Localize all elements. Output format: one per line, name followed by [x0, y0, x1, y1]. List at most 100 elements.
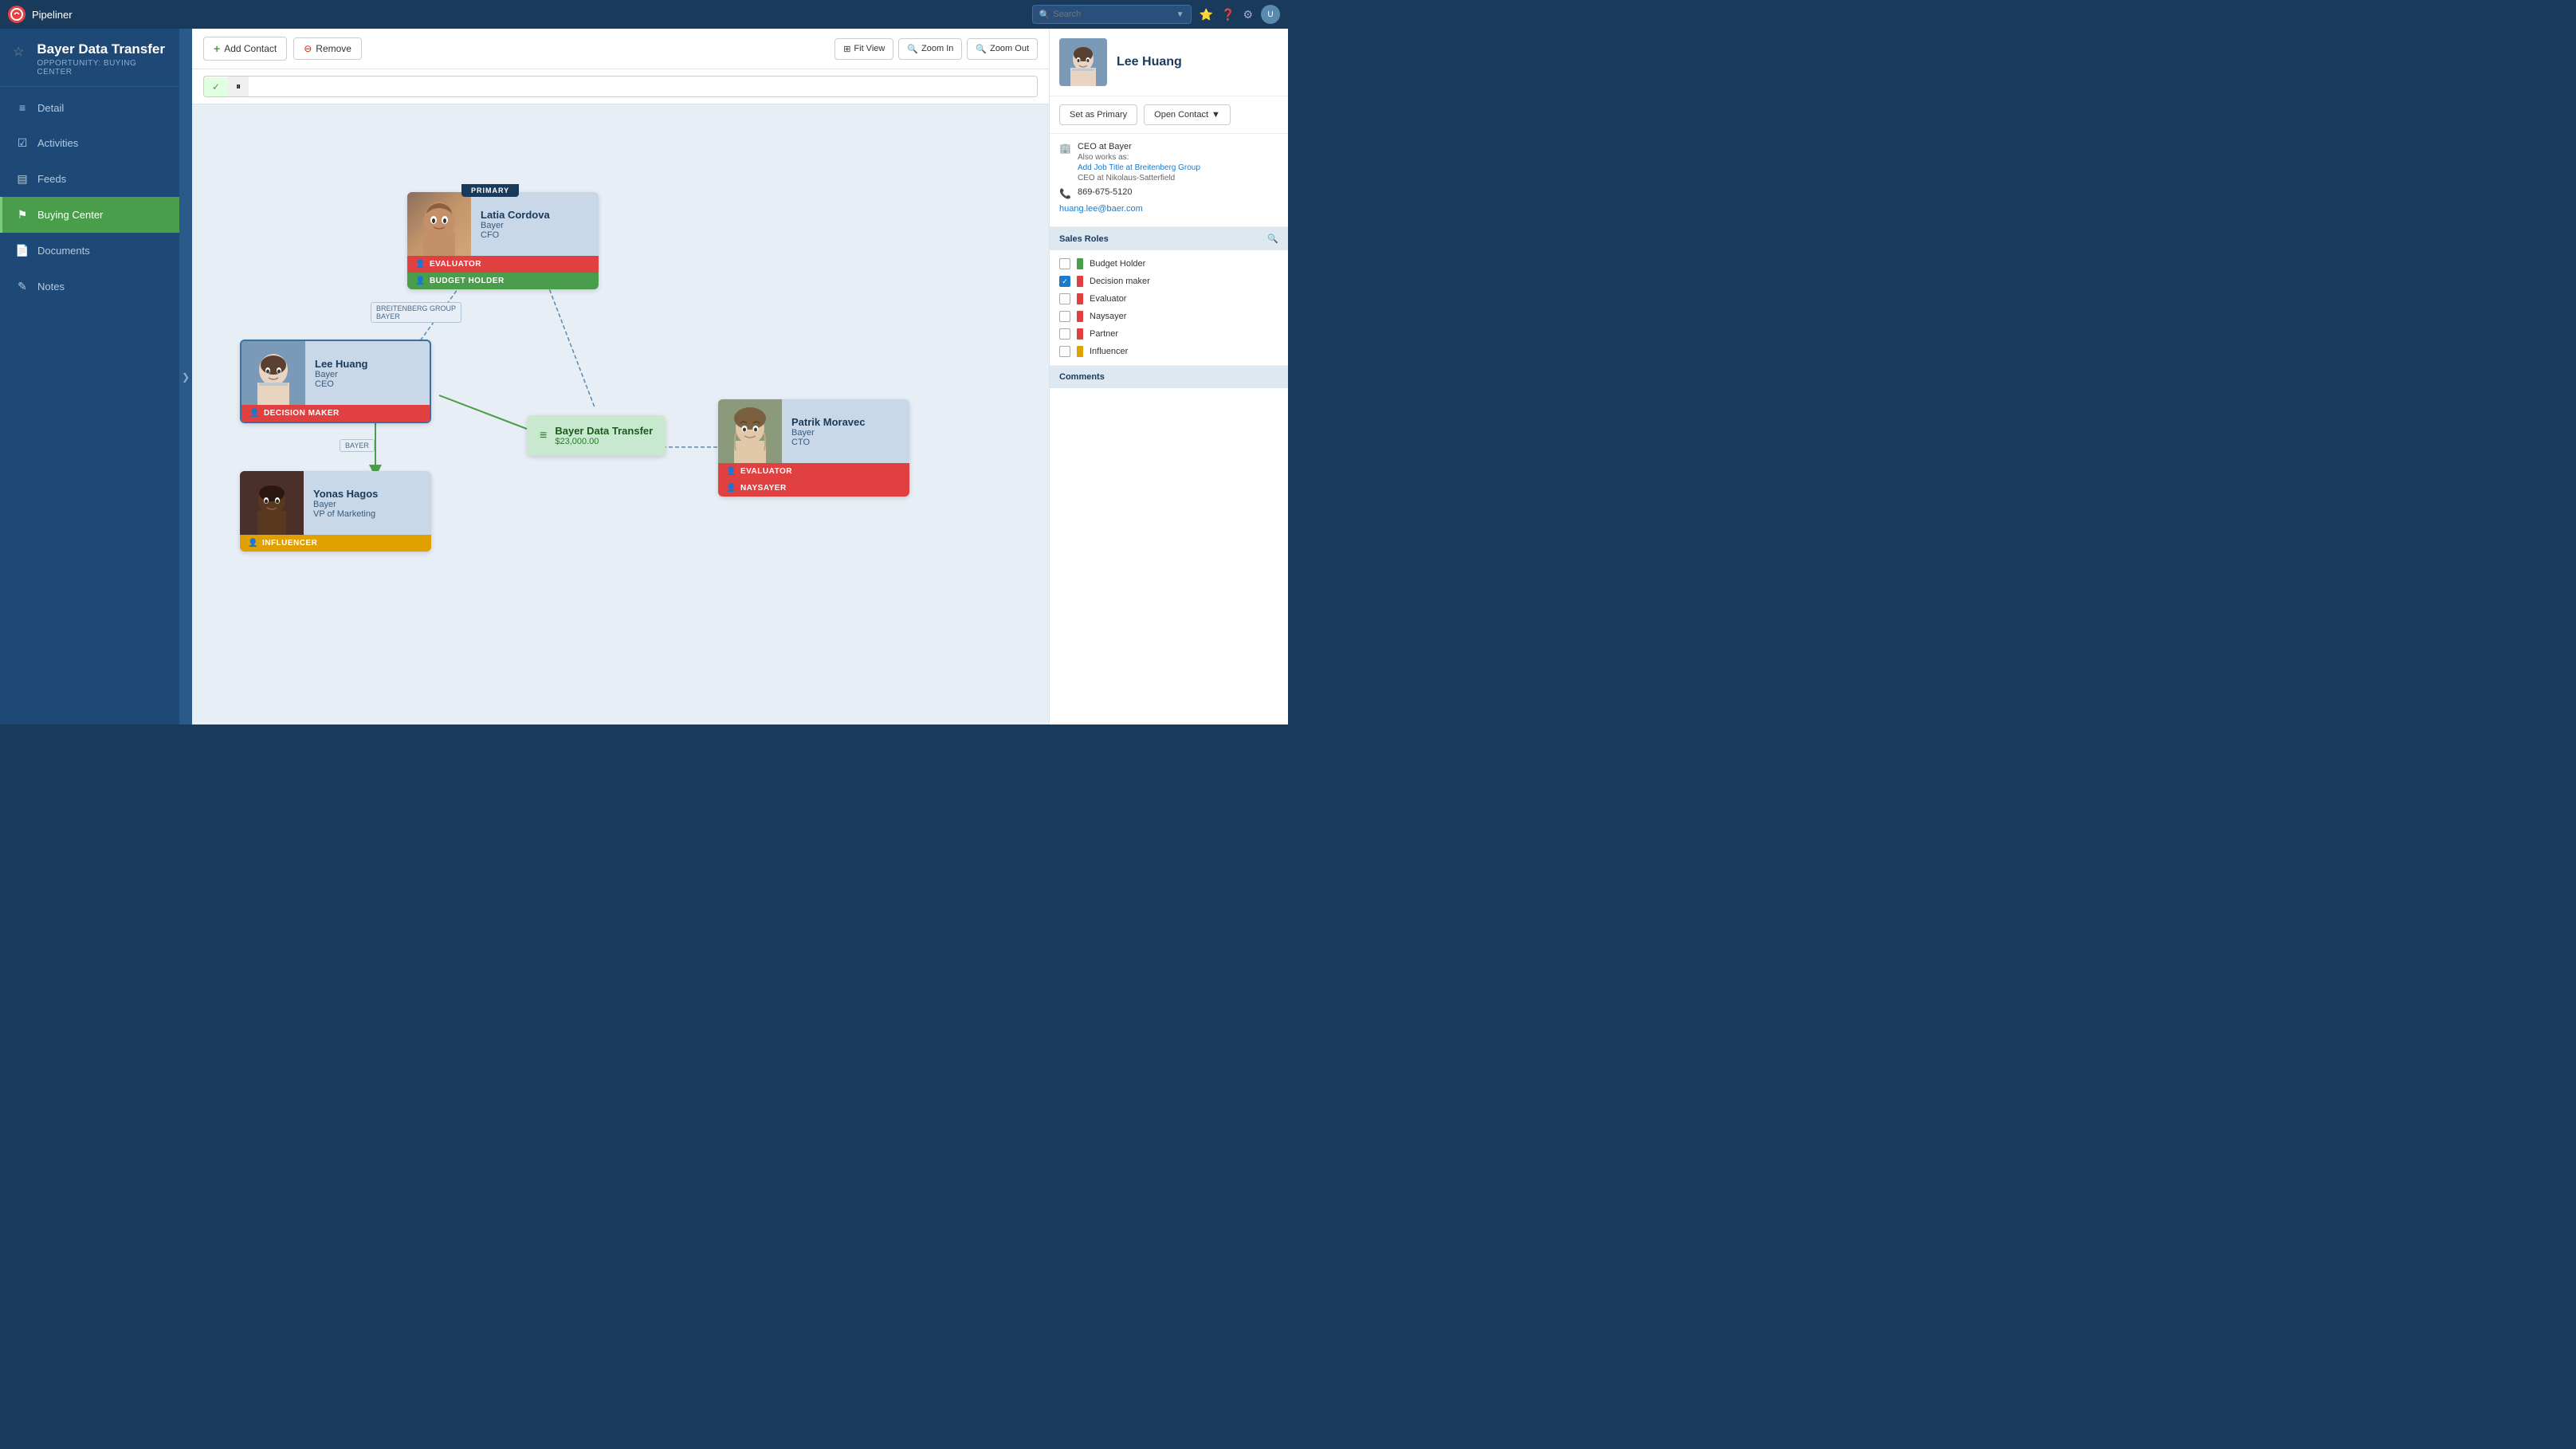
role-partner: Partner: [1059, 325, 1278, 343]
sales-roles-search-icon[interactable]: 🔍: [1267, 234, 1278, 244]
phone-icon: 📞: [1059, 188, 1071, 199]
plus-icon: +: [214, 42, 220, 55]
sidebar-header: ☆ Bayer Data Transfer OPPORTUNITY: Buyin…: [0, 29, 179, 87]
comments-body[interactable]: [1050, 388, 1288, 724]
avatar-yonas: [240, 471, 304, 535]
job-title: CEO at Bayer: [1078, 142, 1200, 151]
search-box[interactable]: 🔍 ▼: [1032, 5, 1192, 24]
role-budget-holder: Budget Holder: [1059, 255, 1278, 273]
add-contact-button[interactable]: + Add Contact: [203, 37, 287, 61]
zoom-in-button[interactable]: 🔍 Zoom In: [898, 38, 962, 60]
role-name-partner: Partner: [1090, 329, 1118, 339]
opp-star[interactable]: ☆: [13, 44, 24, 60]
sidebar-collapse[interactable]: ❯: [179, 29, 192, 724]
toolbar-right: ⊞ Fit View 🔍 Zoom In 🔍 Zoom Out: [834, 38, 1038, 60]
also-works-1: Add Job Title at Breitenberg Group: [1078, 163, 1200, 172]
sidebar-item-documents[interactable]: 📄 Documents: [0, 233, 179, 269]
sales-roles-title: Sales Roles: [1059, 234, 1109, 244]
opp-node-title: Bayer Data Transfer: [555, 425, 653, 437]
role-name-budget-holder: Budget Holder: [1090, 259, 1145, 269]
contact-card-latia[interactable]: Latia Cordova Bayer CFO 👤 EVALUATOR 👤 BU…: [407, 192, 599, 289]
role-evaluator: Evaluator: [1059, 290, 1278, 308]
sidebar-item-detail[interactable]: ≡ Detail: [0, 90, 179, 125]
open-contact-label: Open Contact: [1154, 110, 1208, 120]
dropdown-arrow-icon[interactable]: ▼: [1211, 110, 1220, 120]
detail-avatar: [1059, 38, 1107, 86]
phone-number: 869-675-5120: [1078, 187, 1133, 197]
sidebar-item-feeds[interactable]: ▤ Feeds: [0, 161, 179, 197]
sales-roles-list: Budget Holder ✓ Decision maker Evaluator: [1050, 250, 1288, 365]
check-btn-pause[interactable]: ⏸: [228, 77, 249, 96]
sales-roles-section: Sales Roles 🔍 Budget Holder ✓ Decision: [1050, 227, 1288, 366]
user-avatar[interactable]: U: [1261, 5, 1280, 24]
role-checkbox-influencer[interactable]: [1059, 346, 1070, 357]
zoom-out-button[interactable]: 🔍 Zoom Out: [967, 38, 1038, 60]
detail-icon: ≡: [15, 101, 29, 114]
diagram-canvas[interactable]: PRIMARY: [192, 104, 1049, 724]
email-address[interactable]: huang.lee@baer.com: [1059, 204, 1143, 214]
sidebar-item-buying-center[interactable]: ⚑ Buying Center: [0, 197, 179, 233]
card-company-yonas: Bayer: [313, 500, 378, 509]
add-contact-label: Add Contact: [224, 43, 277, 54]
canvas-toolbar: + Add Contact ⊖ Remove ⊞ Fit View: [192, 29, 1049, 69]
role-checkbox-budget-holder[interactable]: [1059, 258, 1070, 269]
detail-info: 🏢 CEO at Bayer Also works as: Add Job Ti…: [1050, 134, 1288, 227]
check-btn-check[interactable]: ✓: [204, 77, 228, 96]
conn-label-bayer: BAYER: [340, 439, 375, 452]
detail-contact-name: Lee Huang: [1117, 55, 1182, 69]
settings-icon[interactable]: ⚙: [1243, 8, 1253, 22]
right-panel: Lee Huang Set as Primary Open Contact ▼ …: [1049, 29, 1288, 724]
help-icon[interactable]: ❓: [1221, 8, 1235, 22]
role-name-evaluator: Evaluator: [1090, 294, 1126, 304]
search-input[interactable]: [1053, 10, 1172, 19]
card-name-yonas: Yonas Hagos: [313, 488, 378, 500]
contact-card-patrik[interactable]: Patrik Moravec Bayer CTO 👤 EVALUATOR 👤 N…: [718, 399, 909, 497]
canvas-panel: + Add Contact ⊖ Remove ⊞ Fit View: [192, 29, 1049, 724]
fit-icon: ⊞: [843, 44, 850, 54]
sidebar-item-feeds-label: Feeds: [37, 173, 66, 185]
search-icon: 🔍: [1039, 10, 1050, 20]
fit-view-button[interactable]: ⊞ Fit View: [834, 38, 893, 60]
evaluator-icon-patrik: 👤: [726, 467, 736, 476]
contact-card-lee[interactable]: Lee Huang Bayer CEO 👤 DECISION MAKER: [240, 340, 431, 423]
remove-label: Remove: [316, 43, 351, 54]
sidebar-item-documents-label: Documents: [37, 245, 90, 257]
avatar-patrik: [718, 399, 782, 463]
check-group: ✓ ⏸: [203, 76, 1038, 97]
role-naysayer: Naysayer: [1059, 308, 1278, 325]
role-checkbox-decision-maker[interactable]: ✓: [1059, 276, 1070, 287]
card-company-lee: Bayer: [315, 370, 367, 379]
opportunity-node[interactable]: ≡ Bayer Data Transfer $23,000.00: [527, 415, 666, 456]
star-icon[interactable]: ⭐: [1200, 8, 1213, 22]
remove-button[interactable]: ⊖ Remove: [293, 37, 362, 60]
role-checkbox-evaluator[interactable]: [1059, 293, 1070, 304]
sidebar-item-notes-label: Notes: [37, 281, 65, 293]
budget-holder-icon: 👤: [415, 277, 426, 285]
open-contact-button[interactable]: Open Contact ▼: [1144, 104, 1231, 125]
card-body-yonas: Yonas Hagos Bayer VP of Marketing: [240, 471, 431, 535]
badge-decision-maker-lee: 👤 DECISION MAKER: [242, 405, 430, 422]
opp-node-amount: $23,000.00: [555, 437, 653, 446]
search-dropdown-icon[interactable]: ▼: [1176, 10, 1184, 19]
job-title-row: 🏢 CEO at Bayer Also works as: Add Job Ti…: [1059, 142, 1278, 183]
role-decision-maker: ✓ Decision maker: [1059, 273, 1278, 290]
zoom-in-icon: 🔍: [907, 44, 918, 54]
contact-card-yonas[interactable]: Yonas Hagos Bayer VP of Marketing 👤 INFL…: [240, 471, 431, 552]
role-checkbox-partner[interactable]: [1059, 328, 1070, 340]
also-works-link-1[interactable]: Add Job Title at Breitenberg Group: [1078, 163, 1200, 172]
influencer-label: INFLUENCER: [262, 539, 317, 548]
remove-icon: ⊖: [304, 43, 312, 54]
card-body-lee: Lee Huang Bayer CEO: [242, 341, 430, 405]
card-company-patrik: Bayer: [791, 428, 866, 438]
role-checkbox-naysayer[interactable]: [1059, 311, 1070, 322]
zoom-in-label: Zoom In: [921, 44, 953, 53]
app-name: Pipeliner: [32, 9, 73, 21]
sidebar-item-notes[interactable]: ✎ Notes: [0, 269, 179, 304]
card-info-patrik: Patrik Moravec Bayer CTO: [782, 399, 875, 463]
conn-label-breitenberg: BREITENBERG GROUPBAYER: [371, 302, 461, 323]
set-primary-button[interactable]: Set as Primary: [1059, 104, 1137, 125]
also-works-2: CEO at Nikolaus-Satterfield: [1078, 174, 1200, 183]
sidebar-item-activities[interactable]: ☑ Activities: [0, 125, 179, 161]
card-info-yonas: Yonas Hagos Bayer VP of Marketing: [304, 471, 387, 535]
decision-maker-icon: 👤: [249, 409, 260, 418]
